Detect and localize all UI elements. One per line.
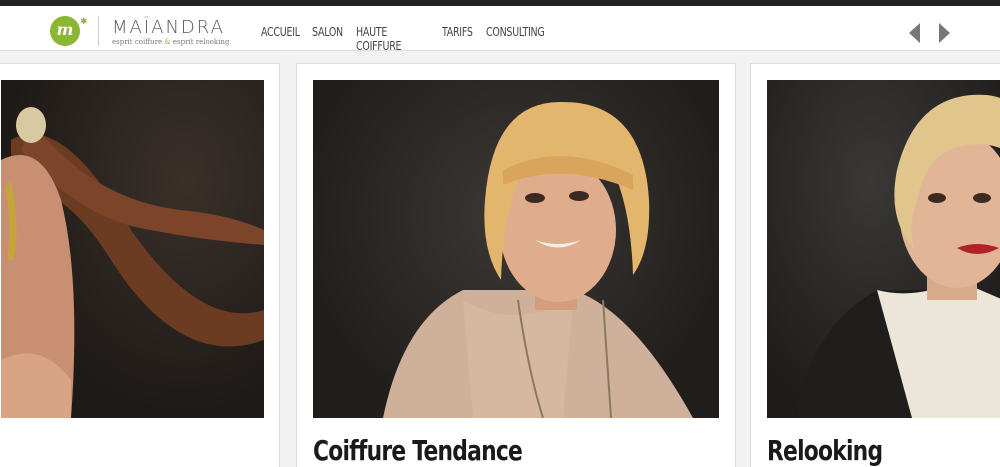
logo-tagline: esprit coiffure & esprit relooking (112, 38, 229, 46)
slider-card-2[interactable]: Coiffure Tendance (296, 63, 736, 467)
logo-divider (98, 16, 99, 46)
main-nav: ACCUEIL SALON HAUTE COIFFURE TARIFS CONS… (261, 25, 567, 53)
nav-accueil[interactable]: ACCUEIL (261, 25, 300, 53)
portrait-image-3 (797, 94, 1000, 418)
nav-salon[interactable]: SALON (312, 25, 343, 53)
arrow-right-icon[interactable] (939, 23, 950, 43)
card-photo-2 (313, 80, 719, 418)
arrow-left-icon[interactable] (909, 23, 920, 43)
portrait-image-2 (383, 101, 693, 418)
card-photo-1 (1, 80, 264, 418)
nav-tarifs[interactable]: TARIFS (442, 25, 473, 53)
logo-name[interactable]: MAÏANDRA (112, 17, 225, 38)
tagline-part1: esprit coiffure (112, 38, 163, 46)
logo-mark-letter: m (56, 20, 74, 39)
logo-star-icon: ✱ (80, 16, 88, 26)
slider-card-1[interactable] (0, 63, 280, 467)
card-title-2[interactable]: Coiffure Tendance (313, 434, 523, 467)
tagline-amp: & (164, 38, 171, 46)
card-photo-3 (767, 80, 1000, 418)
nav-haute-coiffure[interactable]: HAUTE COIFFURE (356, 25, 418, 53)
logo-mark[interactable]: m (50, 16, 80, 46)
site-header: m ✱ MAÏANDRA esprit coiffure & esprit re… (0, 6, 1000, 53)
slider-card-3[interactable]: Relooking (750, 63, 1000, 467)
card-title-3[interactable]: Relooking (767, 434, 883, 467)
portrait-image-1 (1, 107, 264, 418)
nav-consulting[interactable]: CONSULTING (486, 25, 545, 53)
tagline-part2: esprit relooking (172, 38, 230, 46)
